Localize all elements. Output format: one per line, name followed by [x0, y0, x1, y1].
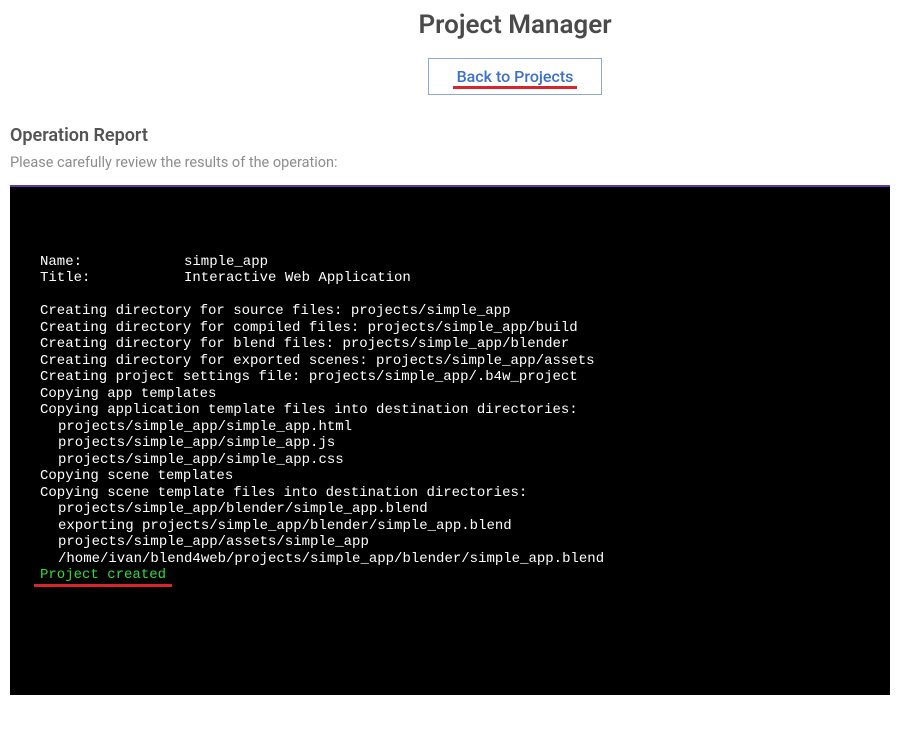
report-subheader: Operation Report Please carefully review…	[10, 125, 890, 171]
project-name-value: simple_app	[184, 254, 268, 270]
log-line: Copying app templates	[40, 386, 860, 403]
log-line: Creating directory for blend files: proj…	[40, 336, 860, 353]
log-indent-line: exporting projects/simple_app/blender/si…	[40, 518, 860, 535]
log-line: Creating directory for source files: pro…	[40, 303, 860, 320]
project-title-row: Title:Interactive Web Application	[40, 270, 860, 287]
log-indent-line: projects/simple_app/simple_app.js	[40, 435, 860, 452]
report-heading: Operation Report	[10, 125, 890, 146]
log-line: Copying scene templates	[40, 468, 860, 485]
project-name-row: Name:simple_app	[40, 254, 860, 271]
log-line: Copying application template files into …	[40, 402, 860, 419]
back-to-projects-label: Back to Projects	[457, 67, 574, 86]
console-output: Name:simple_appTitle:Interactive Web App…	[10, 185, 890, 695]
log-indent-line: projects/simple_app/assets/simple_app	[40, 534, 860, 551]
log-line: Creating directory for exported scenes: …	[40, 353, 860, 370]
log-success-line: Project created	[40, 567, 166, 584]
back-to-projects-button[interactable]: Back to Projects	[428, 58, 603, 95]
log-indent-line: projects/simple_app/simple_app.css	[40, 452, 860, 469]
log-line: Creating project settings file: projects…	[40, 369, 860, 386]
header: Project Manager Back to Projects	[0, 0, 900, 95]
log-indent-line: /home/ivan/blend4web/projects/simple_app…	[40, 551, 860, 568]
project-name-label: Name:	[40, 254, 184, 271]
log-line: Creating directory for compiled files: p…	[40, 320, 860, 337]
report-description: Please carefully review the results of t…	[10, 154, 890, 171]
page-title: Project Manager	[418, 10, 611, 40]
project-title-label: Title:	[40, 270, 184, 287]
log-indent-line: projects/simple_app/blender/simple_app.b…	[40, 501, 860, 518]
log-line: Copying scene template files into destin…	[40, 485, 860, 502]
project-title-value: Interactive Web Application	[184, 270, 411, 286]
log-indent-line: projects/simple_app/simple_app.html	[40, 419, 860, 436]
